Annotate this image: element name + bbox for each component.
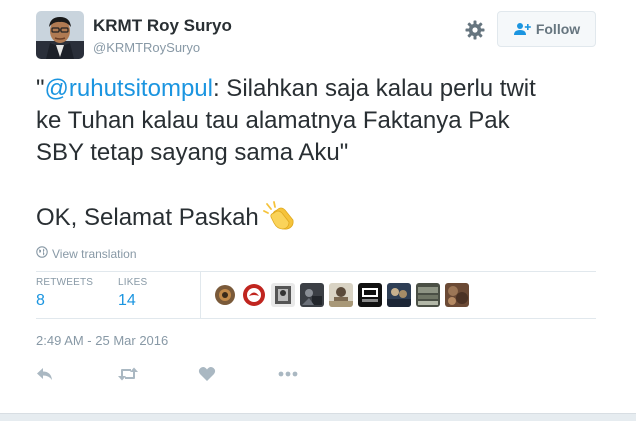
tweet-card: KRMT Roy Suryo @KRMTRoySuryo Follow "@ru… [0,0,636,421]
clapping-hands-icon [262,201,297,240]
liker-avatar[interactable] [300,283,324,307]
likes-stat[interactable]: LIKES 14 [118,277,147,310]
liker-avatar[interactable] [242,283,266,307]
divider-top [36,271,596,272]
quote-mark: " [36,75,45,102]
liker-avatar[interactable] [387,283,411,307]
liker-avatar[interactable] [271,283,295,307]
view-translation-label: View translation [52,246,137,261]
tweet-line-1-text: : Silahkan saja kalau perlu twit [212,75,536,102]
mention-link[interactable]: @ruhutsitompul [45,75,213,102]
liker-avatar[interactable] [416,283,440,307]
gear-icon[interactable] [464,19,486,41]
author-username[interactable]: @KRMTRoySuryo [93,40,200,55]
more-icon[interactable] [278,364,298,384]
likes-count: 14 [118,292,136,309]
author-fullname[interactable]: KRMT Roy Suryo [93,16,232,36]
like-icon[interactable] [198,364,216,384]
stats-separator [200,272,201,318]
reply-icon[interactable] [36,364,54,384]
tweet-text: "@ruhutsitompul: Silahkan saja kalau per… [36,73,606,240]
tweet-line-1: "@ruhutsitompul: Silahkan saja kalau per… [36,73,606,105]
globe-icon [36,246,48,261]
follow-button-label: Follow [535,21,581,37]
retweets-label: RETWEETS [36,277,94,288]
divider-bottom [36,318,596,319]
likers-avatars [213,283,469,307]
liker-avatar[interactable] [445,283,469,307]
tweet-timestamp[interactable]: 2:49 AM - 25 Mar 2016 [36,333,168,348]
likes-label: LIKES [118,277,148,288]
retweets-stat[interactable]: RETWEETS 8 [36,277,93,310]
add-user-icon [513,22,531,36]
tweet-line-4: OK, Selamat Paskah [36,201,606,240]
liker-avatar[interactable] [358,283,382,307]
liker-avatar[interactable] [213,283,237,307]
tweet-line-3: SBY tetap sayang sama Aku" [36,139,349,166]
avatar[interactable] [36,11,84,59]
retweets-count: 8 [36,292,45,309]
retweet-icon[interactable] [117,364,139,384]
tweet-line-2: ke Tuhan kalau tau alamatnya Faktanya Pa… [36,107,510,134]
liker-avatar[interactable] [329,283,353,307]
view-translation-link[interactable]: View translation [36,246,137,261]
follow-button[interactable]: Follow [497,11,596,47]
tweet-line-4-text: OK, Selamat Paskah [36,204,259,231]
bottom-strip [0,413,636,421]
